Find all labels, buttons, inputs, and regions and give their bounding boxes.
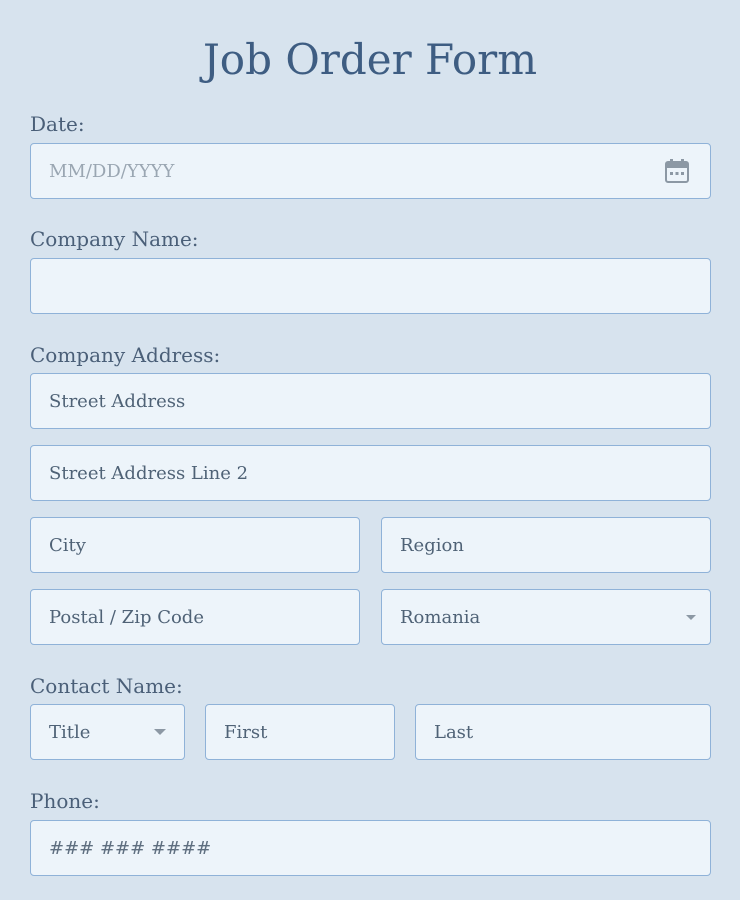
company-name-label: Company Name: bbox=[30, 227, 199, 251]
chevron-down-icon bbox=[686, 615, 696, 620]
street-address-line2-field[interactable]: Street Address Line 2 bbox=[30, 445, 711, 501]
region-field[interactable]: Region bbox=[381, 517, 711, 573]
country-select[interactable]: Romania bbox=[381, 589, 711, 645]
last-name-placeholder: Last bbox=[434, 721, 474, 743]
first-name-field[interactable]: First bbox=[205, 704, 395, 760]
phone-label: Phone: bbox=[30, 789, 100, 813]
title-select[interactable]: Title bbox=[30, 704, 185, 760]
street-address-line2-placeholder: Street Address Line 2 bbox=[49, 462, 249, 484]
title-value: Title bbox=[49, 721, 91, 743]
contact-name-label: Contact Name: bbox=[30, 674, 183, 698]
region-placeholder: Region bbox=[400, 534, 464, 556]
company-address-label: Company Address: bbox=[30, 343, 221, 367]
last-name-field[interactable]: Last bbox=[415, 704, 711, 760]
form-title: Job Order Form bbox=[202, 35, 538, 84]
phone-placeholder: ### ### #### bbox=[49, 837, 212, 859]
phone-field[interactable]: ### ### #### bbox=[30, 820, 711, 876]
first-name-placeholder: First bbox=[224, 721, 268, 743]
city-placeholder: City bbox=[49, 534, 86, 556]
postal-code-placeholder: Postal / Zip Code bbox=[49, 606, 204, 628]
date-placeholder: MM/DD/YYYY bbox=[49, 160, 175, 182]
postal-code-field[interactable]: Postal / Zip Code bbox=[30, 589, 360, 645]
date-field[interactable]: MM/DD/YYYY bbox=[30, 143, 711, 199]
chevron-down-icon bbox=[154, 729, 166, 735]
company-name-field[interactable] bbox=[30, 258, 711, 314]
date-label: Date: bbox=[30, 112, 85, 136]
street-address-field[interactable]: Street Address bbox=[30, 373, 711, 429]
street-address-placeholder: Street Address bbox=[49, 390, 186, 412]
country-value: Romania bbox=[400, 606, 481, 628]
city-field[interactable]: City bbox=[30, 517, 360, 573]
calendar-icon[interactable] bbox=[664, 158, 690, 184]
